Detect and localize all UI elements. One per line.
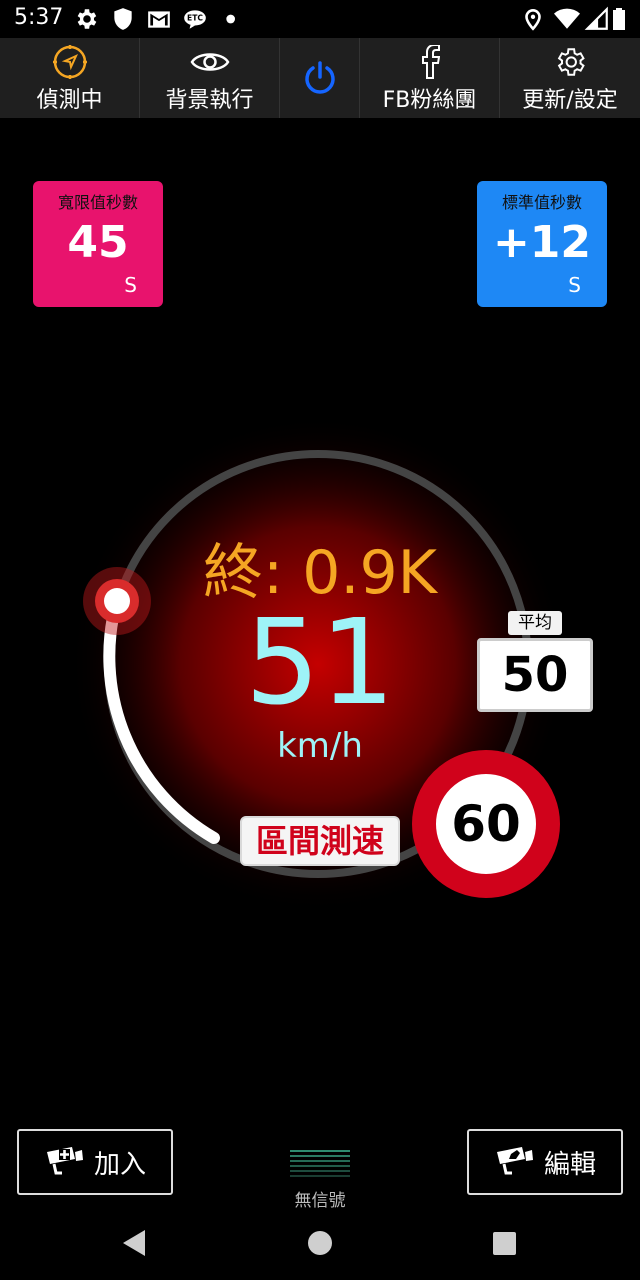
grace-seconds-title: 寬限值秒數 — [57, 193, 138, 212]
camera-add-icon — [44, 1146, 84, 1178]
background-run-button[interactable]: 背景執行 — [140, 38, 280, 118]
recents-icon[interactable] — [491, 1228, 519, 1258]
add-camera-button[interactable]: 加入 — [17, 1129, 173, 1195]
edit-camera-button[interactable]: 編輯 — [467, 1129, 623, 1195]
update-settings-label: 更新/設定 — [522, 88, 618, 113]
top-toolbar: 偵測中 背景執行 FB粉絲團 更新/設定 — [0, 38, 640, 118]
detecting-label: 偵測中 — [36, 88, 103, 113]
standard-seconds-unit: S — [568, 273, 581, 297]
speed-unit: km/h — [277, 726, 363, 766]
compass-icon — [50, 42, 90, 82]
average-label: 平均 — [508, 611, 562, 635]
average-speed: 50 — [477, 638, 593, 712]
standard-seconds-title: 標準值秒數 — [501, 193, 582, 212]
battery-icon — [612, 6, 632, 32]
facebook-icon — [410, 42, 450, 82]
location-icon — [520, 6, 546, 32]
back-icon[interactable] — [120, 1228, 148, 1258]
power-icon — [300, 58, 340, 98]
status-time: 5:37 — [14, 5, 64, 30]
system-nav-bar — [0, 1212, 640, 1280]
fb-fanpage-button[interactable]: FB粉絲團 — [360, 38, 500, 118]
background-run-label: 背景執行 — [165, 88, 254, 113]
gear-icon — [74, 6, 100, 32]
shield-icon — [110, 6, 136, 32]
detecting-button[interactable]: 偵測中 — [0, 38, 140, 118]
eye-icon — [190, 42, 230, 82]
status-bar: 5:37 ETC — [0, 0, 640, 38]
camera-edit-icon — [494, 1146, 534, 1178]
signal-label: 無信號 — [294, 1191, 346, 1211]
svg-text:ETC: ETC — [187, 14, 203, 23]
speed-limit-sign: 60 — [412, 750, 560, 898]
signal-icon — [584, 6, 610, 32]
home-icon[interactable] — [307, 1228, 335, 1258]
gmail-icon — [146, 6, 172, 32]
grace-seconds-box[interactable]: 寬限值秒數 45 S — [33, 181, 163, 307]
edit-label: 編輯 — [543, 1149, 596, 1180]
section-speed-badge: 區間測速 — [240, 816, 400, 866]
wifi-icon — [554, 6, 580, 32]
standard-seconds-box[interactable]: 標準值秒數 +12 S — [477, 181, 607, 307]
gps-signal-indicator: 無信號 — [280, 1150, 360, 1211]
etc-icon: ETC — [182, 6, 208, 32]
grace-seconds-value: 45 — [67, 217, 129, 268]
signal-bars-icon — [290, 1150, 350, 1177]
add-label: 加入 — [93, 1149, 146, 1180]
update-settings-button[interactable]: 更新/設定 — [500, 38, 640, 118]
grace-seconds-unit: S — [124, 273, 137, 297]
standard-seconds-value: +12 — [492, 217, 592, 268]
fb-fanpage-label: FB粉絲團 — [382, 88, 477, 113]
gear-icon — [550, 42, 590, 82]
dot-icon — [222, 6, 248, 32]
speed-limit-value: 60 — [451, 795, 521, 853]
power-button[interactable] — [280, 38, 360, 118]
